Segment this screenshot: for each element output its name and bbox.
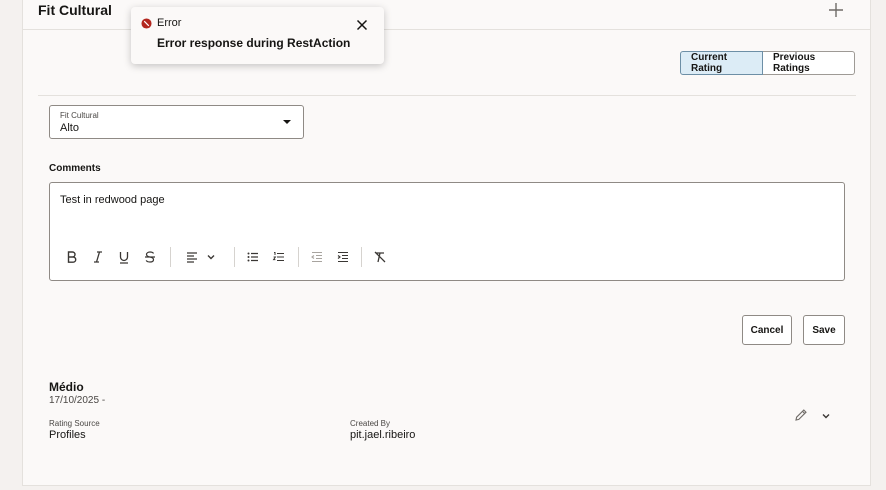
underline-button[interactable] <box>114 247 134 267</box>
rating-source-value: Profiles <box>49 429 86 441</box>
current-rating-button[interactable]: Current Rating <box>680 51 763 75</box>
select-value: Alto <box>60 122 79 134</box>
toast-close-button[interactable] <box>353 16 371 34</box>
strikethrough-icon <box>145 251 155 263</box>
edit-button[interactable] <box>792 406 810 424</box>
select-label: Fit Cultural <box>60 111 99 120</box>
toolbar-separator <box>170 247 171 267</box>
align-dropdown-button[interactable] <box>201 247 221 267</box>
toolbar-separator <box>234 247 235 267</box>
bulleted-list-button[interactable] <box>243 247 263 267</box>
outdent-button[interactable] <box>307 247 327 267</box>
pencil-icon <box>795 409 807 421</box>
error-icon <box>141 18 152 29</box>
bulleted-list-icon <box>247 252 258 262</box>
align-left-icon <box>187 252 197 263</box>
align-button[interactable] <box>182 247 202 267</box>
rating-record-title: Médio <box>49 380 84 394</box>
caret-down-icon[interactable] <box>283 120 291 124</box>
fit-cultural-panel: Fit Cultural Current Rating Previous Rat… <box>22 0 871 486</box>
clear-formatting-button[interactable] <box>370 247 390 267</box>
toolbar-separator <box>361 247 362 267</box>
created-by-value: pit.jael.ribeiro <box>350 429 416 441</box>
created-by-label: Created By <box>350 419 391 428</box>
add-button[interactable] <box>827 1 845 19</box>
indent-button[interactable] <box>333 247 353 267</box>
italic-icon <box>94 251 102 263</box>
expand-button[interactable] <box>817 407 835 425</box>
toast-message: Error response during RestAction <box>157 36 351 50</box>
close-icon <box>356 19 368 31</box>
rating-source-label: Rating Source <box>49 419 100 428</box>
comments-label: Comments <box>49 163 101 174</box>
bold-button[interactable] <box>62 247 82 267</box>
chevron-down-icon <box>207 255 215 260</box>
divider <box>38 95 856 96</box>
fit-cultural-select[interactable]: Fit Cultural Alto <box>49 105 304 139</box>
underline-icon <box>119 252 129 264</box>
ratings-toggle: Current Rating Previous Ratings <box>680 51 855 75</box>
numbered-list-icon <box>272 252 284 261</box>
plus-icon <box>829 3 843 17</box>
bold-icon <box>67 251 77 263</box>
cancel-button[interactable]: Cancel <box>742 315 792 345</box>
error-toast: Error Error response during RestAction <box>131 7 384 64</box>
previous-ratings-button[interactable]: Previous Ratings <box>763 51 855 75</box>
comments-text[interactable]: Test in redwood page <box>60 194 165 206</box>
strikethrough-button[interactable] <box>140 247 160 267</box>
toast-title: Error <box>157 17 182 29</box>
indent-icon <box>337 251 348 263</box>
italic-button[interactable] <box>88 247 108 267</box>
clear-formatting-icon <box>374 251 386 263</box>
chevron-down-icon <box>822 414 830 419</box>
comments-editor[interactable]: Test in redwood page <box>49 182 845 281</box>
save-button[interactable]: Save <box>803 315 845 345</box>
rich-text-toolbar <box>50 245 844 269</box>
toolbar-separator <box>298 247 299 267</box>
rating-record-date: 17/10/2025 - <box>49 395 106 406</box>
outdent-icon <box>311 251 322 263</box>
page-title: Fit Cultural <box>38 2 112 18</box>
numbered-list-button[interactable] <box>269 247 289 267</box>
